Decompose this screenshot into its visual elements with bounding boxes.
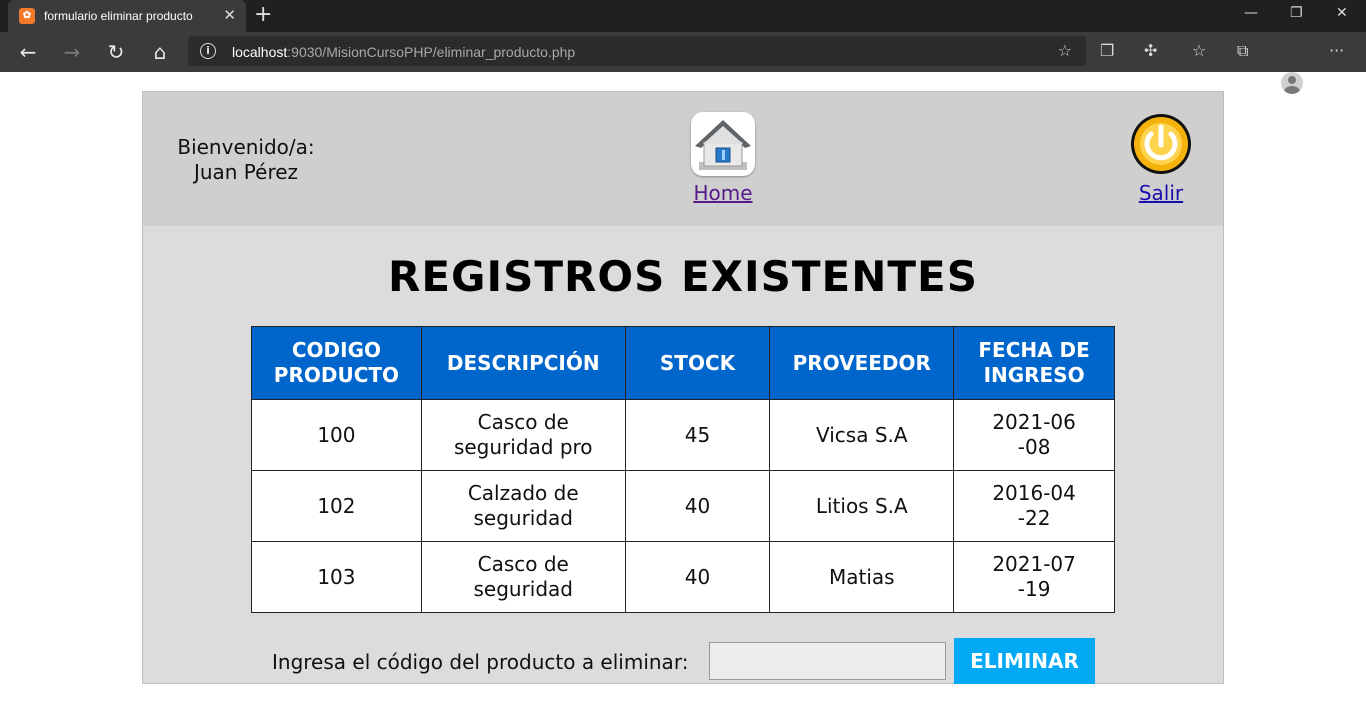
maximize-button[interactable]: ❐ xyxy=(1290,5,1303,21)
logout-link[interactable]: Salir xyxy=(1139,181,1183,205)
cell-fecha: 2016-04-22 xyxy=(953,470,1115,542)
url-text[interactable]: localhost:9030/MisionCursoPHP/eliminar_p… xyxy=(232,44,575,60)
page-header: Bienvenido/a: Juan Pérez Home Salir xyxy=(143,92,1223,226)
welcome-label: Bienvenido/a: xyxy=(177,135,315,159)
extensions-puzzle-icon[interactable]: ✣ xyxy=(1144,41,1157,61)
browser-tab[interactable]: ✿ formulario eliminar producto ✕ xyxy=(8,0,246,32)
column-header-descripcion: DESCRIPCIÓN xyxy=(420,326,626,400)
profile-avatar[interactable] xyxy=(1281,72,1303,94)
site-info-icon[interactable]: i xyxy=(200,43,216,59)
column-header-proveedor: PROVEEDOR xyxy=(769,326,955,400)
cell-descripcion: Calzado de seguridad xyxy=(420,470,626,542)
cell-fecha: 2021-06-08 xyxy=(953,399,1115,471)
forward-arrow-icon[interactable]: → xyxy=(60,40,84,64)
refresh-icon[interactable]: ↻ xyxy=(104,40,128,64)
table-row: 100 Casco de seguridad pro 45 Vicsa S.A … xyxy=(251,399,1115,471)
cell-proveedor: Matias xyxy=(769,541,955,613)
column-header-codigo: CODIGO PRODUCTO xyxy=(251,326,422,400)
minimize-button[interactable]: — xyxy=(1244,5,1258,21)
add-favorite-icon[interactable]: ☆ xyxy=(1058,41,1072,60)
page-container: Bienvenido/a: Juan Pérez Home Salir REGI… xyxy=(142,91,1224,684)
new-tab-button[interactable]: + xyxy=(254,3,272,27)
delete-code-input[interactable] xyxy=(709,642,946,680)
home-browser-icon[interactable]: ⌂ xyxy=(148,40,172,64)
cell-descripcion: Casco de seguridad xyxy=(420,541,626,613)
column-header-fecha: FECHA DE INGRESO xyxy=(953,326,1115,400)
delete-code-label: Ingresa el código del producto a elimina… xyxy=(272,650,689,674)
welcome-message: Bienvenido/a: Juan Pérez xyxy=(173,135,319,185)
tab-title: formulario eliminar producto xyxy=(44,9,193,23)
address-bar[interactable]: i localhost:9030/MisionCursoPHP/eliminar… xyxy=(188,36,1086,66)
page-title: REGISTROS EXISTENTES xyxy=(388,252,978,301)
logout-nav[interactable]: Salir xyxy=(1127,112,1195,205)
tab-close-icon[interactable]: ✕ xyxy=(223,6,236,24)
delete-form: Ingresa el código del producto a elimina… xyxy=(143,638,1223,684)
collections-extension-icon[interactable]: ❐ xyxy=(1100,41,1114,61)
column-header-stock: STOCK xyxy=(624,326,771,400)
cell-stock: 40 xyxy=(624,470,771,542)
cell-codigo: 102 xyxy=(251,470,422,542)
power-icon[interactable] xyxy=(1129,112,1193,176)
close-window-button[interactable]: ✕ xyxy=(1336,5,1348,21)
home-nav[interactable]: Home xyxy=(689,112,757,205)
cell-stock: 40 xyxy=(624,541,771,613)
xampp-favicon-icon: ✿ xyxy=(19,8,35,24)
collections-icon[interactable]: ⧉ xyxy=(1237,41,1248,61)
products-table: CODIGO PRODUCTO DESCRIPCIÓN STOCK PROVEE… xyxy=(251,326,1115,613)
browser-toolbar: ← → ↻ ⌂ i localhost:9030/MisionCursoPHP/… xyxy=(0,32,1366,94)
table-row: 103 Casco de seguridad 40 Matias 2021-07… xyxy=(251,541,1115,613)
cell-stock: 45 xyxy=(624,399,771,471)
cell-descripcion: Casco de seguridad pro xyxy=(420,399,626,471)
table-row: 102 Calzado de seguridad 40 Litios S.A 2… xyxy=(251,470,1115,542)
browser-titlebar: ✿ formulario eliminar producto ✕ + — ❐ ✕ xyxy=(0,0,1366,32)
cell-fecha: 2021-07-19 xyxy=(953,541,1115,613)
home-house-icon[interactable] xyxy=(691,112,755,176)
delete-button[interactable]: ELIMINAR xyxy=(954,638,1095,684)
cell-proveedor: Litios S.A xyxy=(769,470,955,542)
cell-codigo: 103 xyxy=(251,541,422,613)
home-link[interactable]: Home xyxy=(693,181,752,205)
user-name: Juan Pérez xyxy=(193,160,299,184)
more-menu-icon[interactable]: ··· xyxy=(1329,41,1344,61)
favorites-icon[interactable]: ☆ xyxy=(1192,41,1206,61)
back-arrow-icon[interactable]: ← xyxy=(16,40,40,64)
table-header-row: CODIGO PRODUCTO DESCRIPCIÓN STOCK PROVEE… xyxy=(251,326,1115,400)
cell-codigo: 100 xyxy=(251,399,422,471)
cell-proveedor: Vicsa S.A xyxy=(769,399,955,471)
